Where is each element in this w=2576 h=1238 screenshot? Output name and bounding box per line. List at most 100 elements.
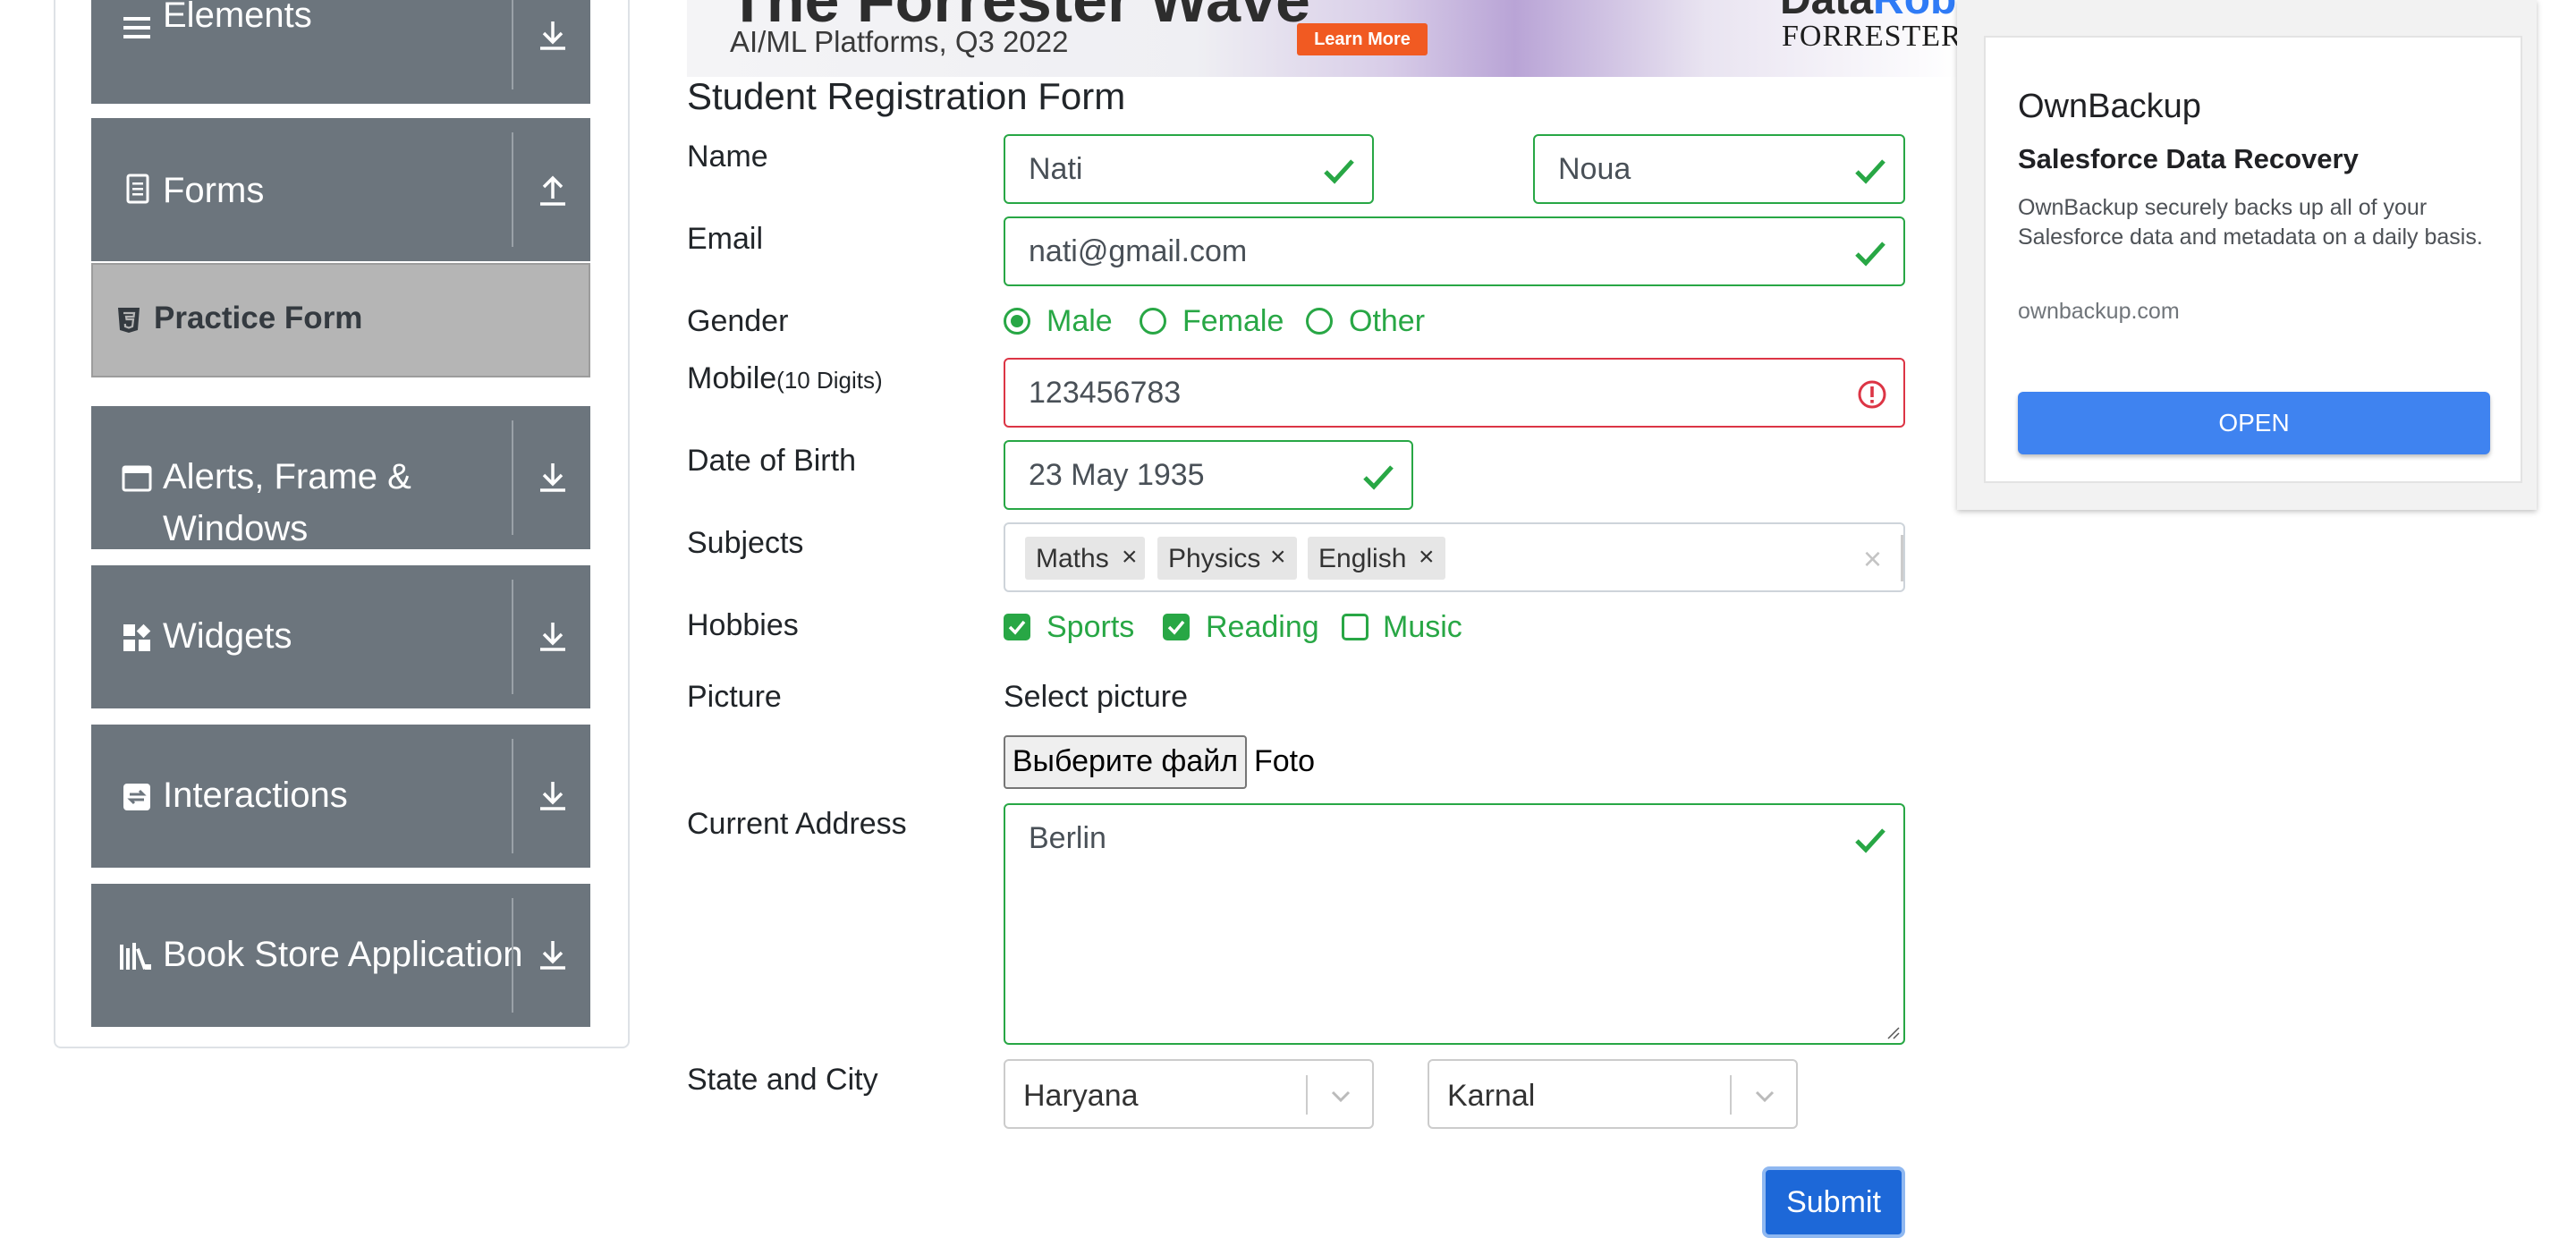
ad-card[interactable]: OwnBackup Salesforce Data Recovery OwnBa… <box>1984 36 2522 483</box>
hobby-reading-checkbox[interactable] <box>1163 614 1190 640</box>
gender-other-label[interactable]: Other <box>1349 304 1425 339</box>
subjects-input[interactable]: Maths × Physics × English × × <box>1004 522 1905 592</box>
ad-body: OwnBackup securely backs up all of your … <box>2018 195 2483 250</box>
state-value: Haryana <box>1023 1079 1139 1113</box>
html5-icon <box>118 308 140 333</box>
last-name-field[interactable]: Noua <box>1533 134 1905 204</box>
subject-tag: Maths × <box>1025 537 1145 580</box>
ad-title: OwnBackup <box>2018 88 2201 125</box>
download-arrow-icon[interactable] <box>535 937 571 973</box>
selected-file-name: Foto <box>1254 744 1316 778</box>
subject-tag-label: English <box>1318 544 1407 573</box>
hobby-music-label[interactable]: Music <box>1383 610 1462 645</box>
dob-label: Date of Birth <box>687 444 856 478</box>
divider <box>1306 1075 1308 1115</box>
download-arrow-icon[interactable] <box>535 460 571 496</box>
sidebar-group-label: Forms <box>163 171 265 210</box>
valid-check-icon <box>1324 159 1354 184</box>
choose-file-button[interactable]: Выберите файл <box>1004 735 1247 789</box>
submit-button[interactable]: Submit <box>1762 1166 1905 1238</box>
divider <box>512 739 513 853</box>
sidebar-group-widgets[interactable]: Widgets <box>91 565 590 708</box>
divider <box>512 0 513 89</box>
state-city-label: State and City <box>687 1063 878 1097</box>
address-value: Berlin <box>1029 821 1106 855</box>
dob-value: 23 May 1935 <box>1029 458 1205 492</box>
checkmark-icon <box>1008 620 1026 635</box>
ad-container: OwnBackup Salesforce Data Recovery OwnBa… <box>1957 0 2537 510</box>
hobby-reading-label[interactable]: Reading <box>1206 610 1319 645</box>
sidebar-item-label: Practice Form <box>154 301 363 335</box>
divider <box>512 420 513 535</box>
menu-icon <box>123 17 150 38</box>
banner-learn-more-button[interactable]: Learn More <box>1297 23 1428 55</box>
current-address-field[interactable]: Berlin <box>1004 803 1905 1045</box>
download-arrow-icon[interactable] <box>535 18 571 54</box>
gender-female-radio[interactable] <box>1140 308 1166 335</box>
clear-all-icon[interactable]: × <box>1863 540 1882 578</box>
sidebar-group-book-store[interactable]: Book Store Application <box>91 884 590 1027</box>
name-label: Name <box>687 140 768 174</box>
gender-female-label[interactable]: Female <box>1182 304 1284 339</box>
ad-open-button[interactable]: OPEN <box>2018 392 2490 454</box>
subject-tag-label: Physics <box>1168 544 1261 573</box>
sidebar-item-practice-form[interactable]: Practice Form <box>91 263 590 377</box>
hobby-music-checkbox[interactable] <box>1342 614 1368 640</box>
state-select[interactable]: Haryana <box>1004 1059 1374 1129</box>
mobile-field[interactable]: 123456783 <box>1004 358 1905 428</box>
valid-check-icon <box>1855 828 1885 853</box>
checkmark-icon <box>1167 620 1185 635</box>
ad-headline: Salesforce Data Recovery <box>2018 143 2359 174</box>
resize-grip-icon[interactable] <box>1885 1025 1900 1039</box>
hobby-sports-checkbox[interactable] <box>1004 614 1030 640</box>
sidebar-group-label: Book Store Application <box>163 935 523 974</box>
current-address-label: Current Address <box>687 807 907 841</box>
remove-tag-icon[interactable]: × <box>1270 542 1286 572</box>
sidebar-group-forms[interactable]: Forms <box>91 118 590 261</box>
hobby-sports-label[interactable]: Sports <box>1046 610 1134 645</box>
divider <box>1901 535 1903 581</box>
first-name-value: Nati <box>1029 152 1083 186</box>
page-title: Student Registration Form <box>687 75 1126 117</box>
sidebar-group-alerts-frame-windows[interactable]: Alerts, Frame & Windows <box>91 406 590 549</box>
city-value: Karnal <box>1447 1079 1536 1113</box>
sidebar-group-label: Interactions <box>163 776 348 815</box>
gender-male-label[interactable]: Male <box>1046 304 1113 339</box>
subject-tag-label: Maths <box>1036 544 1109 573</box>
chevron-down-icon[interactable] <box>1750 1081 1780 1111</box>
sidebar-group-label: Elements <box>163 0 312 35</box>
books-icon <box>120 943 151 970</box>
divider <box>512 898 513 1013</box>
picture-label: Picture <box>687 680 782 714</box>
divider <box>512 580 513 694</box>
valid-check-icon <box>1855 242 1885 267</box>
remove-tag-icon[interactable]: × <box>1122 542 1138 572</box>
sidebar-group-label-line2: Windows <box>163 509 309 548</box>
city-select[interactable]: Karnal <box>1428 1059 1798 1129</box>
gender-male-radio[interactable] <box>1004 308 1030 335</box>
last-name-value: Noua <box>1558 152 1631 186</box>
window-icon <box>122 465 152 492</box>
ad-banner[interactable]: The Forrester Wave AI/ML Platforms, Q3 2… <box>687 0 1961 77</box>
banner-publisher: FORRESTER <box>1782 20 1961 53</box>
download-arrow-icon[interactable] <box>535 619 571 655</box>
download-arrow-icon[interactable] <box>535 778 571 814</box>
gender-other-radio[interactable] <box>1306 308 1333 335</box>
divider <box>512 132 513 247</box>
interactions-icon <box>123 784 150 810</box>
remove-tag-icon[interactable]: × <box>1419 542 1435 572</box>
email-label: Email <box>687 222 764 256</box>
sidebar-group-interactions[interactable]: Interactions <box>91 725 590 868</box>
document-icon <box>126 174 149 204</box>
upload-arrow-icon[interactable] <box>535 172 571 208</box>
gender-label: Gender <box>687 304 789 338</box>
first-name-field[interactable]: Nati <box>1004 134 1374 204</box>
banner-subline: AI/ML Platforms, Q3 2022 <box>730 25 1069 58</box>
email-field[interactable]: nati@gmail.com <box>1004 216 1905 286</box>
sidebar-group-label: Widgets <box>163 616 292 656</box>
mobile-label: Mobile(10 Digits) <box>687 361 883 396</box>
chevron-down-icon[interactable] <box>1326 1081 1356 1111</box>
sidebar-group-elements[interactable]: Elements <box>91 0 590 104</box>
mobile-label-text: Mobile <box>687 361 777 395</box>
date-of-birth-field[interactable]: 23 May 1935 <box>1004 440 1413 510</box>
